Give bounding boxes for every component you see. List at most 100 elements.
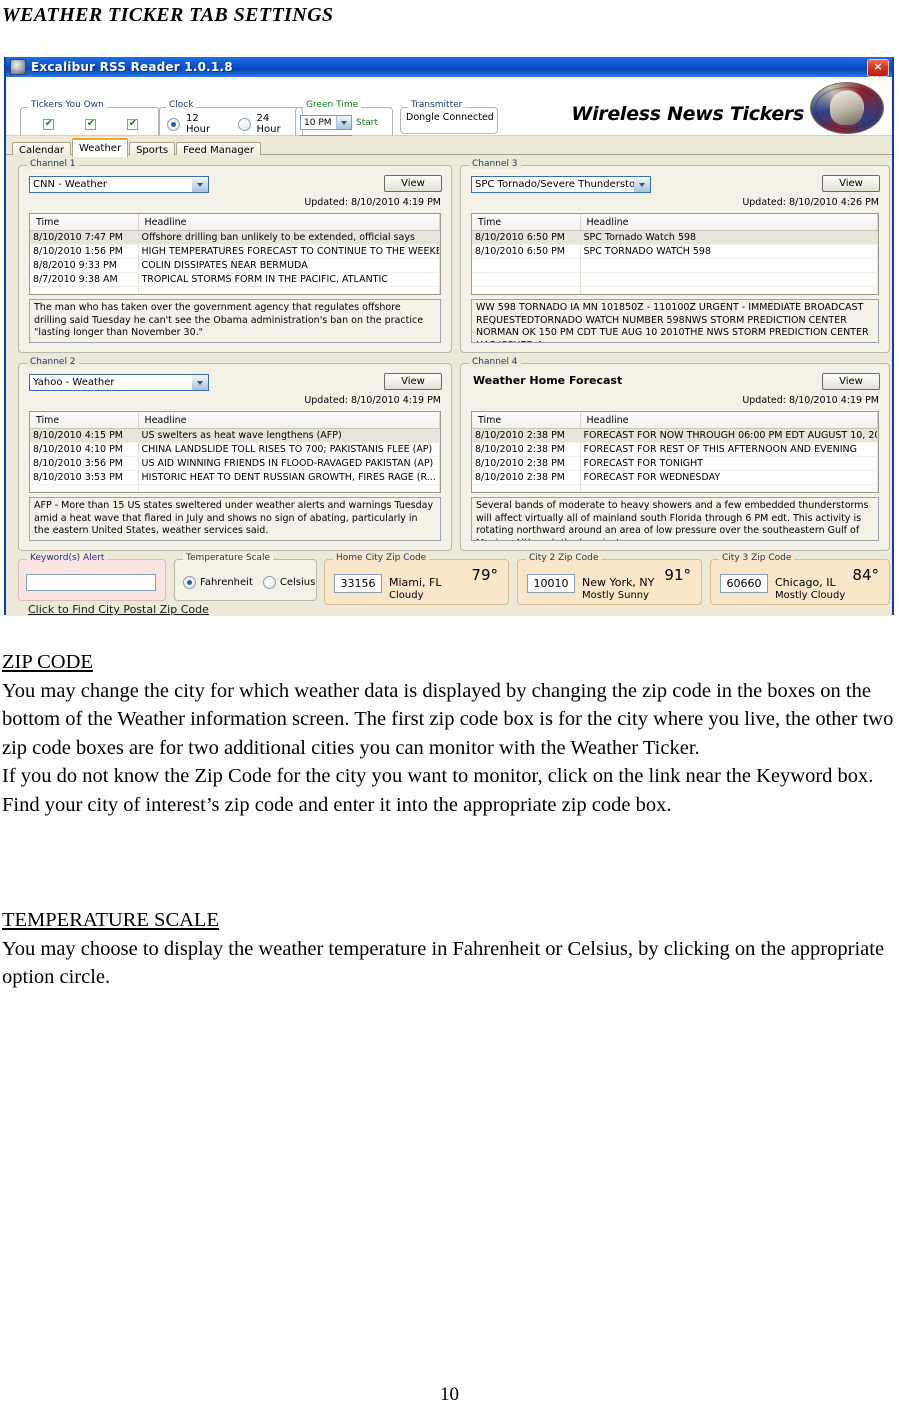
channel-4-headlines-grid[interactable]: Time Headline 8/10/2010 2:38 PM FORECAST… — [471, 411, 879, 493]
close-icon[interactable]: × — [867, 59, 889, 77]
table-row[interactable]: 8/10/2010 3:53 PM HISTORIC HEAT TO DENT … — [30, 470, 440, 485]
city-3-zip-group: City 3 Zip Code 60660 Chicago, IL Mostly… — [710, 553, 890, 605]
green-start-value: 10 PM — [304, 117, 332, 128]
table-row[interactable]: 8/8/2010 9:33 PM COLIN DISSIPATES NEAR B… — [30, 258, 440, 273]
row-time: 8/10/2010 6:50 PM — [472, 244, 581, 259]
table-row[interactable]: 8/10/2010 4:15 PM US swelters as heat wa… — [30, 428, 440, 443]
channel-2-view-button[interactable]: View — [384, 373, 442, 390]
row-headline: Offshore drilling ban unlikely to be ext… — [138, 230, 440, 245]
channel-3-view-button[interactable]: View — [822, 175, 880, 192]
channel-2-summary: AFP - More than 15 US states sweltered u… — [29, 497, 441, 541]
table-row[interactable] — [30, 484, 440, 492]
row-headline: FORECAST FOR TONIGHT — [580, 456, 878, 471]
table-row[interactable]: 8/10/2010 6:50 PM SPC Tornado Watch 598 — [472, 230, 878, 245]
table-row[interactable]: 8/10/2010 2:38 PM FORECAST FOR REST OF T… — [472, 442, 878, 457]
table-row[interactable]: 8/10/2010 7:47 PM Offshore drilling ban … — [30, 230, 440, 245]
chevron-down-icon — [336, 116, 351, 129]
tab-weather[interactable]: Weather — [71, 138, 129, 157]
clock-radio-24hour[interactable] — [237, 117, 251, 131]
row-headline: HISTORIC HEAT TO DENT RUSSIAN GROWTH, FI… — [138, 470, 440, 485]
column-header-headline: Headline — [580, 214, 878, 231]
table-row[interactable] — [472, 286, 878, 294]
row-time: 8/10/2010 2:38 PM — [472, 442, 581, 457]
ticker-checkbox-2[interactable] — [84, 118, 97, 130]
row-time: 8/7/2010 9:38 AM — [30, 272, 139, 287]
row-time: 8/8/2010 9:33 PM — [30, 258, 139, 273]
city-3-zip-input[interactable]: 60660 — [720, 574, 768, 593]
channel-3-source-dropdown[interactable]: SPC Tornado/Severe Thunderstorm W — [471, 176, 651, 193]
ticker-checkbox-3[interactable] — [126, 118, 139, 130]
row-time: 8/10/2010 3:53 PM — [30, 470, 139, 485]
channel-1-headlines-grid[interactable]: Time Headline 8/10/2010 7:47 PM Offshore… — [29, 213, 441, 295]
chevron-down-icon — [192, 177, 208, 192]
row-time: 8/10/2010 3:56 PM — [30, 456, 139, 471]
zip-code-heading: ZIP CODE — [2, 651, 93, 673]
column-header-time: Time — [30, 412, 139, 429]
channel-2-label: Channel 2 — [27, 357, 79, 367]
city-2-zip-group: City 2 Zip Code 10010 New York, NY Mostl… — [517, 553, 702, 605]
channel-2-headlines-grid[interactable]: Time Headline 8/10/2010 4:15 PM US swelt… — [29, 411, 441, 493]
channel-4-view-button[interactable]: View — [822, 373, 880, 390]
table-row[interactable]: 8/10/2010 2:38 PM FORECAST FOR TONIGHT — [472, 456, 878, 471]
table-row[interactable]: 8/10/2010 1:56 PM HIGH TEMPERATURES FORE… — [30, 244, 440, 259]
channel-1-summary: The man who has taken over the governmen… — [29, 299, 441, 343]
temperature-radio-fahrenheit[interactable] — [183, 576, 196, 589]
table-row[interactable]: 8/7/2010 9:38 AM TROPICAL STORMS FORM IN… — [30, 272, 440, 287]
table-row[interactable]: 8/10/2010 2:38 PM FORECAST FOR WEDNESDAY — [472, 470, 878, 485]
channel-2-source-dropdown[interactable]: Yahoo - Weather — [29, 374, 209, 391]
channel-2-updated: Updated: 8/10/2010 4:19 PM — [304, 395, 441, 406]
table-row[interactable]: 8/10/2010 6:50 PM SPC TORNADO WATCH 598 — [472, 244, 878, 259]
table-row[interactable] — [472, 484, 878, 492]
row-time: 8/10/2010 1:56 PM — [30, 244, 139, 259]
row-time: 8/10/2010 7:47 PM — [30, 230, 139, 245]
column-header-time: Time — [30, 214, 139, 231]
section-temperature-scale: TEMPERATURE SCALE You may choose to disp… — [2, 906, 895, 992]
column-header-time: Time — [472, 412, 581, 429]
chevron-down-icon — [634, 177, 650, 192]
table-row[interactable]: 8/10/2010 2:38 PM FORECAST FOR NOW THROU… — [472, 428, 878, 443]
chevron-down-icon — [192, 375, 208, 390]
city-3-condition: Mostly Cloudy — [775, 590, 846, 601]
home-city-zip-group: Home City Zip Code 33156 Miami, FL Cloud… — [324, 553, 509, 605]
temperature-radio-celsius-label: Celsius — [279, 577, 316, 588]
city-2-zip-input[interactable]: 10010 — [527, 574, 575, 593]
temperature-radio-celsius[interactable] — [262, 576, 276, 589]
city-2-name: New York, NY — [582, 576, 655, 589]
channel-1-source-dropdown[interactable]: CNN - Weather — [29, 176, 209, 193]
home-city-zip-input[interactable]: 33156 — [334, 574, 382, 593]
home-city-temperature: 79° — [471, 566, 498, 584]
table-row[interactable]: 8/10/2010 3:56 PM US AID WINNING FRIENDS… — [30, 456, 440, 471]
city-2-condition: Mostly Sunny — [582, 590, 650, 601]
window-title: Excalibur RSS Reader 1.0.1.8 — [31, 60, 233, 74]
channel-1-view-button[interactable]: View — [384, 175, 442, 192]
table-row[interactable] — [30, 286, 440, 294]
clock-radio-12hour-label: 12 Hour — [186, 113, 211, 135]
row-headline: SPC Tornado Watch 598 — [580, 230, 878, 245]
clock-radio-12hour[interactable] — [167, 117, 180, 131]
row-headline: CHINA LANDSLIDE TOLL RISES TO 700; PAKIS… — [138, 442, 440, 457]
channel-3-headlines-grid[interactable]: Time Headline 8/10/2010 6:50 PM SPC Torn… — [471, 213, 879, 295]
section-zip-code: ZIP CODE You may change the city for whi… — [2, 648, 895, 819]
channel-1-group: Channel 1 CNN - Weather View Updated: 8/… — [18, 159, 452, 353]
tab-bar: Calendar Weather Sports Feed Manager — [6, 136, 892, 159]
page-number: 10 — [440, 1384, 459, 1405]
find-zip-code-link[interactable]: Click to Find City Postal Zip Code — [28, 603, 209, 616]
channel-1-source-value: CNN - Weather — [33, 179, 108, 190]
city-2-temperature: 91° — [664, 566, 691, 584]
temperature-radio-fahrenheit-label: Fahrenheit — [200, 577, 253, 588]
channel-3-summary: WW 598 TORNADO IA MN 101850Z - 110100Z U… — [471, 299, 879, 343]
keyword-input[interactable] — [26, 574, 156, 591]
table-row[interactable] — [472, 258, 878, 273]
weather-tab-panel: Channel 1 CNN - Weather View Updated: 8/… — [6, 155, 892, 616]
app-icon — [10, 59, 26, 75]
channel-4-label: Channel 4 — [469, 357, 521, 367]
table-row[interactable]: 8/10/2010 4:10 PM CHINA LANDSLIDE TOLL R… — [30, 442, 440, 457]
column-header-headline: Headline — [138, 214, 440, 231]
temperature-scale-label: Temperature Scale — [183, 553, 274, 563]
keyword-alert-label: Keyword(s) Alert — [27, 553, 108, 563]
ticker-checkbox-1[interactable] — [42, 118, 55, 130]
table-row[interactable] — [472, 272, 878, 287]
channel-4-updated: Updated: 8/10/2010 4:19 PM — [742, 395, 879, 406]
green-start-dropdown[interactable]: 10 PM — [300, 115, 352, 130]
brand-text: Wireless News Tickers — [571, 103, 804, 125]
